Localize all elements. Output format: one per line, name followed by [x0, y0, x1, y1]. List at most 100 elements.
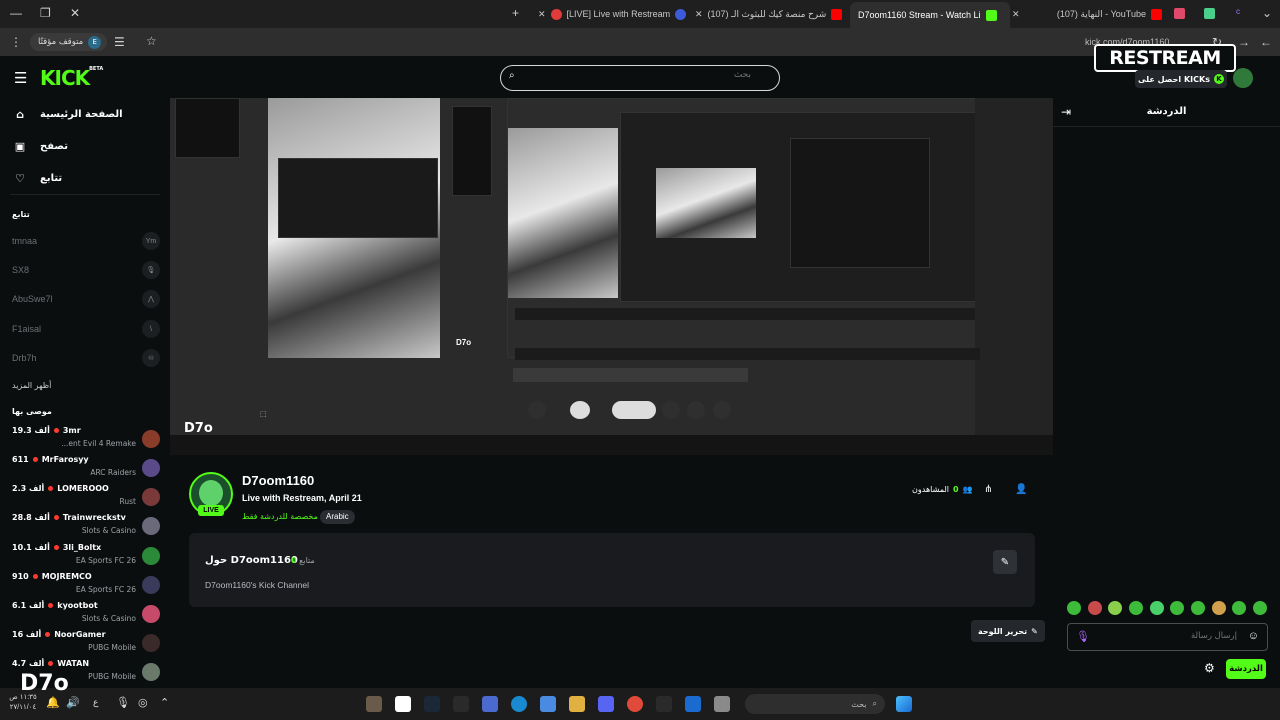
xbox-icon[interactable]	[656, 696, 672, 712]
close-tab-icon[interactable]: ✕	[695, 9, 703, 20]
hamburger-menu-icon[interactable]: ☰	[14, 69, 27, 87]
back-icon[interactable]: ←	[1260, 35, 1272, 49]
forward-icon[interactable]: →	[1238, 35, 1250, 49]
edit-about-button[interactable]: ✎	[993, 550, 1017, 574]
reading-list-icon[interactable]: ☰	[114, 35, 125, 49]
kick-logo[interactable]: KICKBETA	[40, 66, 103, 90]
input-language[interactable]: ع	[93, 697, 98, 708]
tab-d7oom-stream[interactable]: D7oom1160 Stream - Watch Li	[850, 2, 1010, 28]
sidebar-item-home[interactable]: ⌂ الصفحة الرئيسية	[14, 108, 123, 121]
steam-icon[interactable]	[424, 696, 440, 712]
emote-icon[interactable]	[1211, 601, 1226, 615]
minimize-icon[interactable]: —	[10, 6, 22, 20]
emote-icon[interactable]	[1067, 601, 1081, 615]
recommended-item[interactable]: 28.8 ألف Trainwreckstv Slots & Casino	[12, 513, 160, 539]
user-avatar[interactable]	[1233, 68, 1253, 88]
paused-profile-chip[interactable]: متوقف مؤقتًا E	[30, 33, 108, 51]
show-more-link[interactable]: أظهر المزيد	[12, 381, 51, 390]
emote-icon[interactable]	[1087, 601, 1102, 615]
edit-panels-button[interactable]: تحرير اللوحة ✎	[971, 620, 1045, 642]
following-item[interactable]: F1aisal \	[12, 320, 160, 338]
avatar	[142, 488, 160, 506]
emoji-icon[interactable]: ☺	[1248, 630, 1259, 642]
taskbar-app-icon[interactable]	[366, 696, 382, 712]
chat-title: الدردشة	[1146, 106, 1187, 117]
emote-icon[interactable]	[1149, 601, 1164, 615]
restore-icon[interactable]: ❐	[40, 6, 51, 20]
taskbar-app-icon[interactable]	[395, 696, 411, 712]
chat-message-input[interactable]	[1092, 631, 1237, 641]
chat-input-box[interactable]: 🎙 ☺	[1067, 623, 1268, 651]
emote-icon[interactable]	[1232, 601, 1247, 615]
tray-chevron-icon[interactable]: ⌃	[160, 696, 169, 709]
language-tag[interactable]: Arabic	[320, 510, 355, 524]
emote-icon[interactable]	[1108, 601, 1123, 615]
avatar	[142, 547, 160, 565]
pencil-icon: ✎	[1000, 556, 1010, 568]
outlook-icon[interactable]	[685, 696, 701, 712]
close-tab-icon[interactable]: ✕	[538, 9, 546, 20]
emote-icon[interactable]	[1170, 601, 1185, 615]
following-item[interactable]: AbuSwe7l ⋀	[12, 290, 160, 308]
tab-restream[interactable]: ✕ [LIVE] Live with Restream	[538, 4, 688, 24]
channel-name[interactable]: D7oom1160	[242, 473, 314, 488]
avatar	[142, 605, 160, 623]
browse-icon: ▣	[14, 140, 26, 153]
recommended-item[interactable]: 19.3 ألف 3mr ...ent Evil 4 Remake	[12, 426, 160, 452]
taskbar-app-icon[interactable]	[714, 696, 730, 712]
send-chat-button[interactable]: الدردشة	[1226, 659, 1266, 679]
store-icon[interactable]	[540, 696, 556, 712]
video-player[interactable]: D7o ⬚ D7o	[170, 98, 1053, 455]
follow-user-icon[interactable]: 👤	[1015, 484, 1027, 495]
chrome-icon[interactable]	[627, 696, 643, 712]
emote-icon[interactable]	[1252, 601, 1267, 615]
following-item[interactable]: Drb7h ♾	[12, 349, 160, 367]
recommended-item[interactable]: 910 MOJREMCO EA Sports FC 26	[12, 572, 160, 598]
recommended-item[interactable]: 6.1 ألف kyootbot Slots & Casino	[12, 601, 160, 627]
menu-dots-icon[interactable]: ⋮	[10, 35, 22, 49]
microphone-icon[interactable]: 🎙	[1076, 630, 1090, 643]
network-icon[interactable]: ◎	[138, 696, 148, 709]
search-box[interactable]: ⌕	[500, 65, 780, 91]
extension-icon[interactable]	[1204, 8, 1215, 19]
clock[interactable]: ١١:٣٥ ص ٢٧/١١/٠٤	[8, 693, 38, 713]
extension-icon[interactable]: ᶜ	[1236, 6, 1240, 20]
tab-search-icon[interactable]: ⌄	[1262, 6, 1272, 20]
video-capture-scenes	[452, 106, 492, 196]
windows-start-icon[interactable]	[896, 696, 912, 712]
sidebar-item-following[interactable]: ♡ تتابع	[14, 172, 62, 185]
close-window-icon[interactable]: ✕	[70, 6, 80, 20]
notification-icon[interactable]: 🔔	[46, 696, 60, 709]
sidebar-item-browse[interactable]: ▣ تصفح	[14, 140, 68, 153]
tab-youtube[interactable]: ✕ (107) النهاية - YouTube	[1012, 4, 1162, 24]
emote-icon[interactable]	[1128, 601, 1143, 615]
new-tab-icon[interactable]: +	[512, 6, 519, 20]
following-item[interactable]: SX8 🎙	[12, 261, 160, 279]
folder-icon[interactable]	[569, 696, 585, 712]
gear-icon[interactable]: ⚙	[1204, 661, 1215, 675]
discord-icon[interactable]	[598, 696, 614, 712]
bookmark-star-icon[interactable]: ☆	[146, 34, 157, 48]
taskbar-app-icon[interactable]	[482, 696, 498, 712]
chat-only-tag[interactable]: مخصصة للدردشة فقط	[242, 512, 318, 521]
volume-icon[interactable]: 🔊	[66, 696, 80, 709]
recommended-item[interactable]: 16 ألف NoorGamer PUBG Mobile	[12, 630, 160, 656]
video-nested-taskbar	[515, 308, 975, 320]
recommended-item[interactable]: 2.3 ألف LOMEROOO Rust	[12, 484, 160, 510]
search-input[interactable]	[521, 70, 751, 80]
taskbar-search[interactable]: بحث ⌕	[745, 694, 885, 714]
emote-icon[interactable]	[1190, 601, 1205, 615]
recommended-item[interactable]: 10.1 ألف 3li_Boltx EA Sports FC 26	[12, 543, 160, 569]
recommended-item[interactable]: 611 MrFarosyy ARC Raiders	[12, 455, 160, 481]
share-icon[interactable]: ⋔	[984, 484, 992, 495]
get-kicks-button[interactable]: احصل على KICKs K	[1135, 70, 1227, 88]
stream-title: Live with Restream, April 21	[242, 493, 362, 503]
mic-tray-icon[interactable]: 🎙	[116, 696, 130, 709]
following-item[interactable]: tmnaa Ym	[12, 232, 160, 250]
edge-icon[interactable]	[511, 696, 527, 712]
tab-kick-tutorial[interactable]: ✕ (107) شرح منصة كيك للبثوث الـ	[695, 4, 845, 24]
viewers-count: المشاهدون 0 👥	[912, 485, 973, 494]
taskbar-app-icon[interactable]	[453, 696, 469, 712]
extension-icon[interactable]	[1174, 8, 1185, 19]
close-tab-icon[interactable]: ✕	[1012, 9, 1020, 20]
